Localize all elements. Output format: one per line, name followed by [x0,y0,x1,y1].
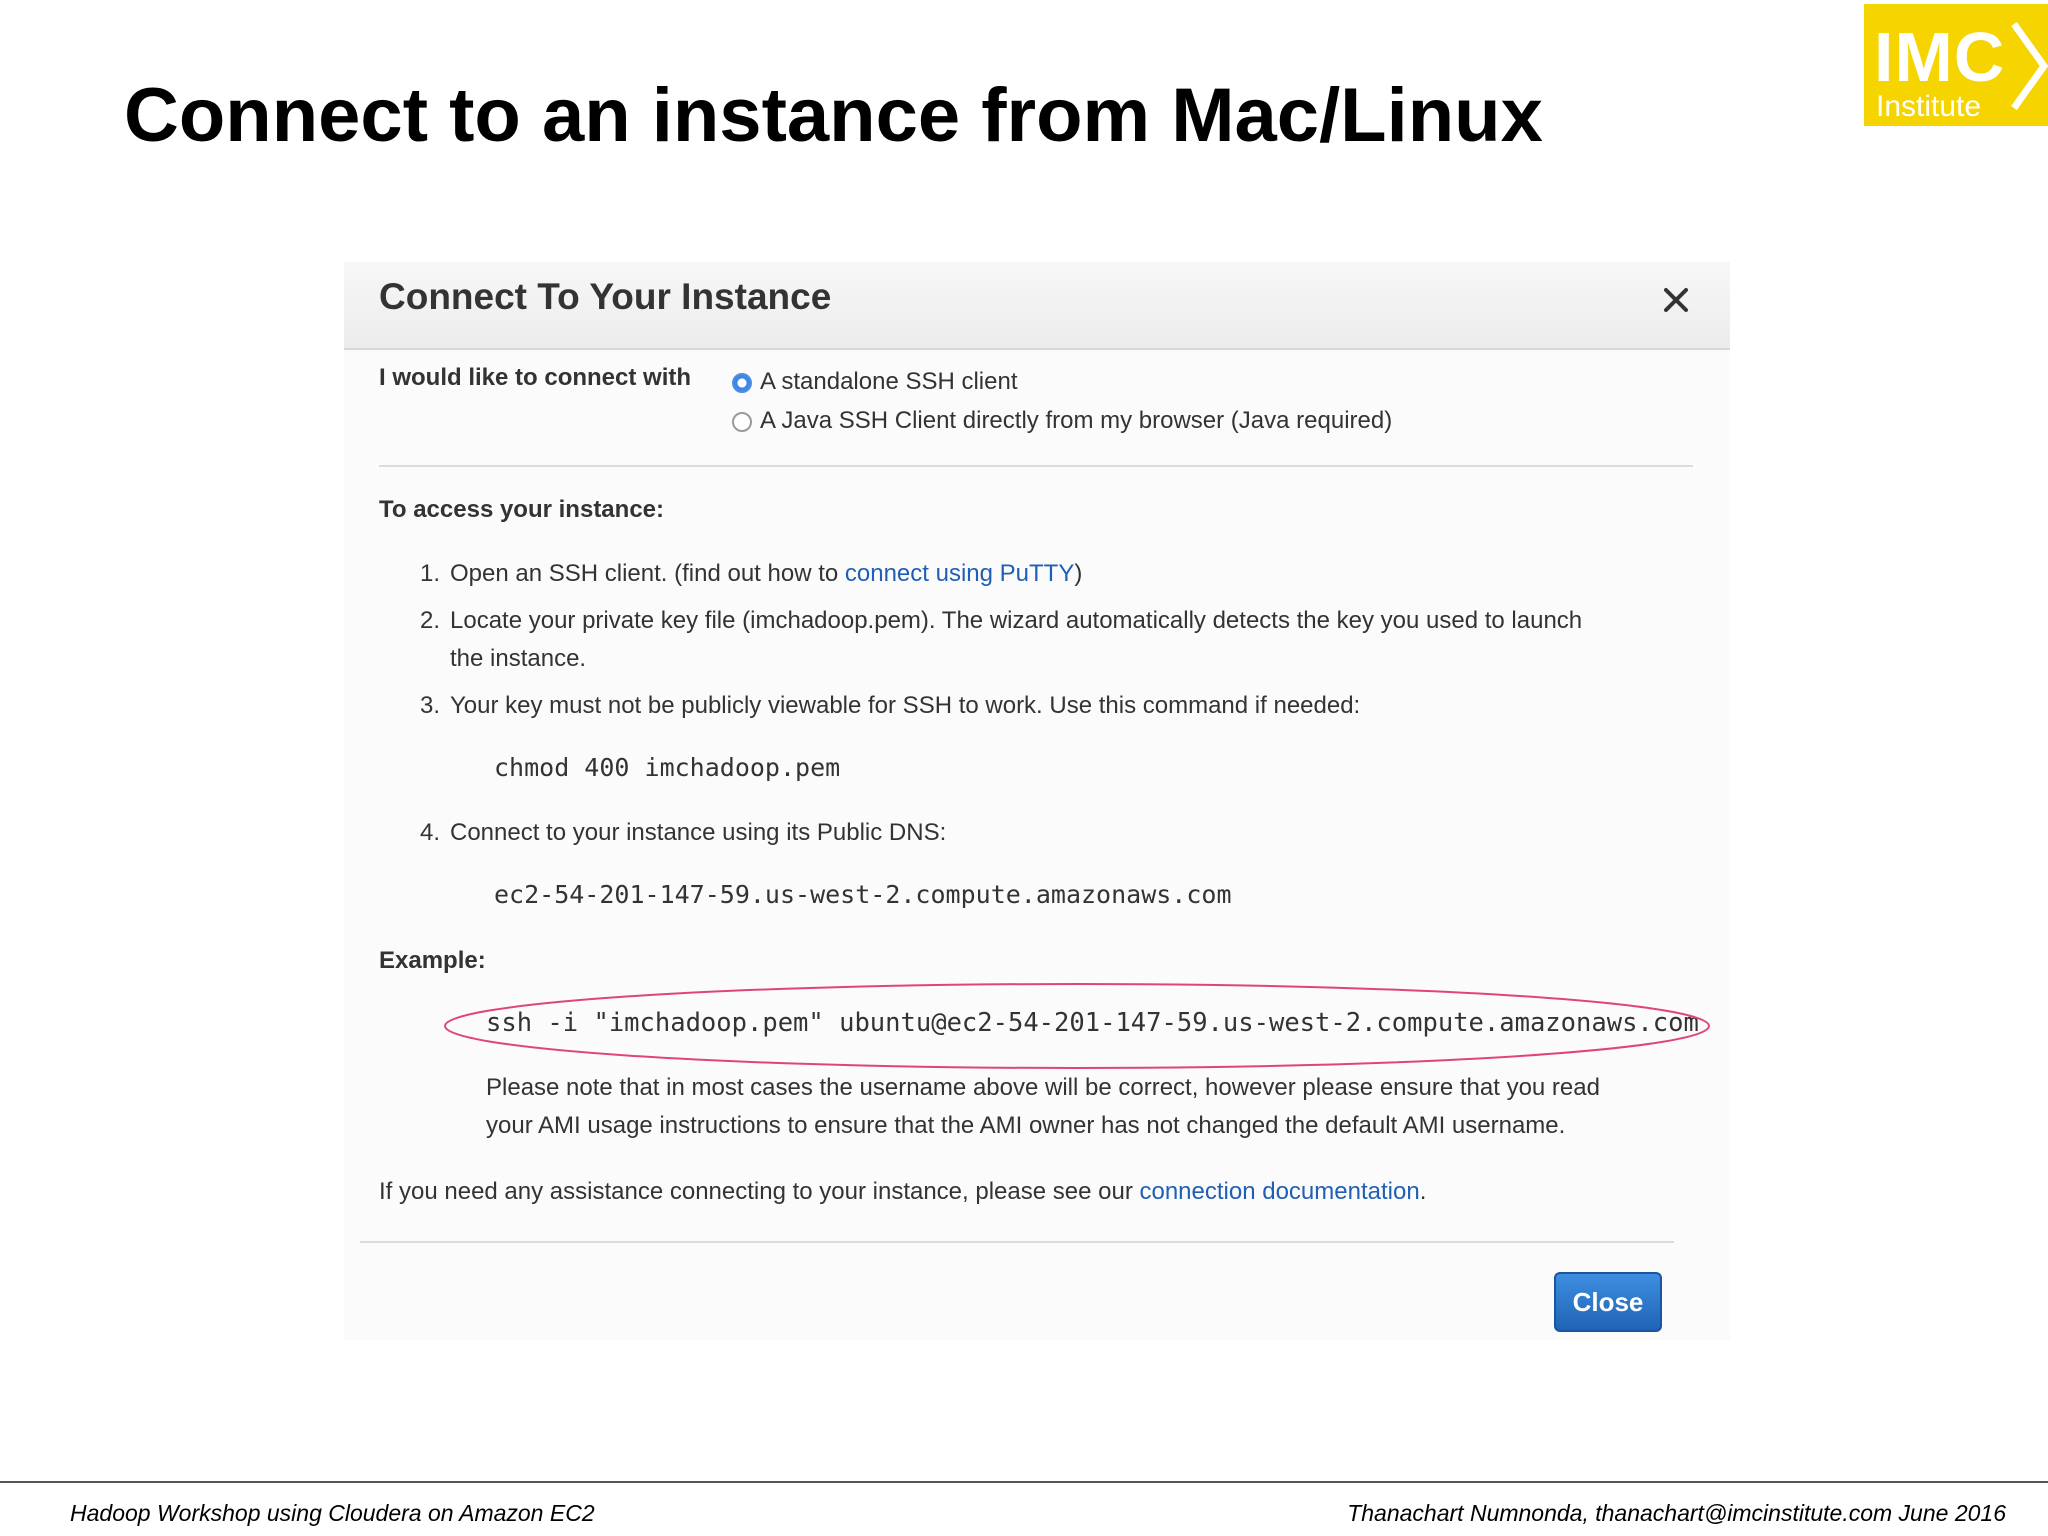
step-1-close-paren: ) [1074,560,1083,587]
option-standalone-ssh-label[interactable]: A standalone SSH client [760,368,1018,396]
divider-top [379,465,1693,467]
logo-text-institute: Institute [1876,90,1982,123]
step-1-label: Open an SSH client. (find out how to [450,560,839,587]
close-x-icon [1664,288,1688,312]
step-4-number: 4. [420,819,441,846]
divider-bottom [360,1241,1674,1243]
dialog-title: Connect To Your Instance [379,276,832,317]
close-icon[interactable] [1656,280,1696,320]
option-java-ssh-label[interactable]: A Java SSH Client directly from my brows… [760,407,1392,435]
step-2-line1: Locate your private key file (imchadoop.… [450,607,1583,634]
public-dns: ec2-54-201-147-59.us-west-2.compute.amaz… [494,880,1232,909]
close-button[interactable]: Close [1554,1272,1662,1332]
step-2-line2: the instance. [450,645,587,672]
connection-documentation-link[interactable]: connection documentation [1139,1178,1419,1205]
footer-left-text: Hadoop Workshop using Cloudera on Amazon… [70,1500,595,1526]
radio-standalone-ssh[interactable] [732,373,752,393]
step-3-number: 3. [420,692,441,719]
assistance-text: If you need any assistance connecting to… [379,1178,1426,1206]
example-heading: Example: [379,947,486,974]
connect-with-label: I would like to connect with [379,364,692,391]
step-1-number: 1. [420,560,441,587]
step-1-text: Open an SSH client. (find out how to con… [450,560,1082,588]
step-4-text: Connect to your instance using its Publi… [450,819,947,846]
dialog-header: Connect To Your Instance [344,262,1730,350]
step-2-number: 2. [420,607,441,634]
assistance-label: If you need any assistance connecting to… [379,1178,1133,1205]
chmod-command: chmod 400 imchadoop.pem [494,753,841,782]
note-line-2: your AMI usage instructions to ensure th… [486,1112,1566,1139]
assistance-period: . [1419,1178,1427,1205]
highlight-ellipse [444,983,1710,1069]
connect-using-putty-link[interactable]: connect using PuTTY [845,560,1074,587]
footer-right-text: Thanachart Numnonda, thanachart@imcinsti… [1347,1500,2006,1526]
logo-text-imc: IMC [1874,18,2006,96]
access-heading: To access your instance: [379,496,664,523]
footer-divider [0,1481,2048,1483]
radio-java-ssh[interactable] [732,412,752,432]
step-3-text: Your key must not be publicly viewable f… [450,692,1361,719]
slide-title: Connect to an instance from Mac/Linux [124,73,1543,158]
connect-dialog: Connect To Your Instance I would like to… [344,262,1730,1340]
imc-institute-logo: IMC Institute [1864,4,2048,126]
